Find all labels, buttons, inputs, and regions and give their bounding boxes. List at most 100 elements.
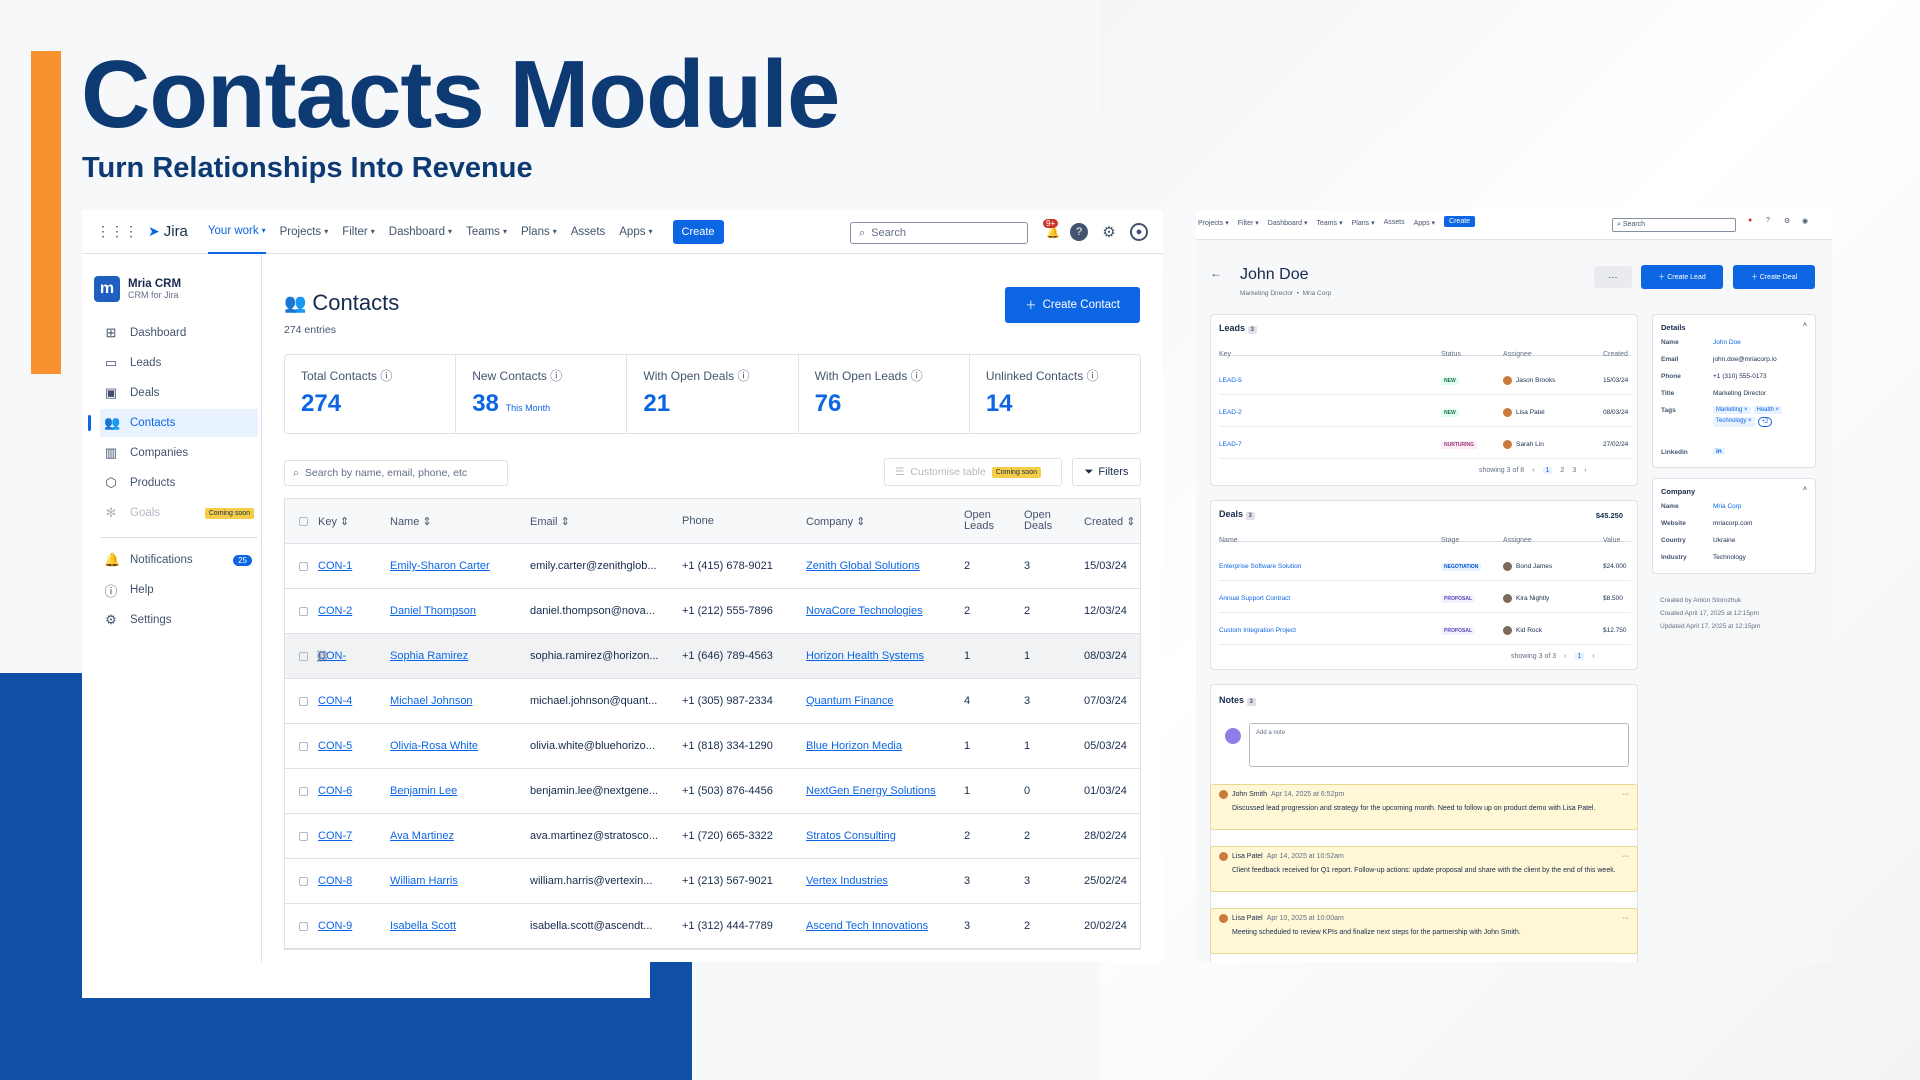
table-row[interactable]: CON-8 William Harris william.harris@vertex… <box>285 859 1140 904</box>
lead-key[interactable]: LEAD-5 <box>1219 377 1242 384</box>
sidebar-item-settings[interactable]: ⚙ Settings <box>100 606 258 634</box>
col-name[interactable]: Name ⇕ <box>382 515 522 528</box>
contact-name[interactable]: Emily-Sharon Carter <box>382 560 522 572</box>
lead-row[interactable]: LEAD-7 NURTURING Sarah Lin 27/02/24 <box>1219 433 1631 459</box>
contact-company[interactable]: NovaCore Technologies <box>798 605 956 617</box>
field-value[interactable]: Mria Corp <box>1713 503 1742 510</box>
table-row[interactable]: CON-9 Isabella Scott isabella.scott@ascend… <box>285 904 1140 949</box>
lead-row[interactable]: LEAD-2 NEW Lisa Patel 08/03/24 <box>1219 401 1631 427</box>
note-menu-icon[interactable]: ··· <box>1622 853 1629 860</box>
sidebar-item-companies[interactable]: ▥ Companies <box>100 439 258 467</box>
nav-teams[interactable]: Teams ▾ <box>466 210 507 254</box>
lead-key[interactable]: LEAD-2 <box>1219 409 1242 416</box>
nav-your-work[interactable]: Your work ▾ <box>207 210 266 254</box>
table-row[interactable]: CON-7 Ava Martinez ava.martinez@stratosco.… <box>285 814 1140 859</box>
nav-filter[interactable]: Filter ▾ <box>1238 219 1259 227</box>
row-checkbox[interactable] <box>299 876 308 886</box>
linkedin-icon[interactable]: in <box>1713 448 1725 455</box>
row-checkbox[interactable] <box>299 651 308 661</box>
nav-filter[interactable]: Filter ▾ <box>342 210 375 254</box>
col-open-leads[interactable]: Open Leads <box>956 510 1016 532</box>
jira-logo[interactable]: ➤ Jira <box>148 223 188 240</box>
note-menu-icon[interactable]: ··· <box>1622 791 1629 798</box>
avatar[interactable]: ● <box>1130 223 1148 241</box>
sidebar-item-dashboard[interactable]: ⊞ Dashboard <box>100 319 258 347</box>
col-company[interactable]: Company ⇕ <box>798 515 956 528</box>
tag[interactable]: Marketing × <box>1713 406 1751 414</box>
lead-row[interactable]: LEAD-5 NEW Jason Brooks 15/03/24 <box>1219 369 1631 395</box>
table-row[interactable]: CON-5 Olivia-Rosa White olivia.white@blueh… <box>285 724 1140 769</box>
contact-name[interactable]: Daniel Thompson <box>382 605 522 617</box>
row-checkbox[interactable] <box>299 921 308 931</box>
app-switcher-icon[interactable]: ⋮⋮⋮ <box>96 223 138 240</box>
sidebar-item-help[interactable]: ⓘ Help <box>100 576 258 604</box>
contact-company[interactable]: Stratos Consulting <box>798 830 956 842</box>
deal-row[interactable]: Custom Integration Project PROPOSAL Kid … <box>1219 619 1631 645</box>
table-row[interactable]: CON-6 Benjamin Lee benjamin.lee@nextgene..… <box>285 769 1140 814</box>
deal-name[interactable]: Enterprise Software Solution <box>1219 563 1301 570</box>
row-checkbox[interactable] <box>299 606 308 616</box>
create-lead-button[interactable]: ＋ Create Lead <box>1641 265 1723 289</box>
table-row[interactable]: CON-4 Michael Johnson michael.johnson@quan… <box>285 679 1140 724</box>
create-contact-button[interactable]: ＋ Create Contact <box>1005 287 1140 323</box>
table-row[interactable]: CON- ⛓ Sophia Ramirez sophia.ramirez@horizo… <box>285 634 1140 679</box>
nav-plans[interactable]: Plans ▾ <box>521 210 557 254</box>
sidebar-item-deals[interactable]: ▣ Deals <box>100 379 258 407</box>
back-arrow-icon[interactable]: ← <box>1210 266 1222 280</box>
nav-teams[interactable]: Teams ▾ <box>1317 219 1343 227</box>
contact-key[interactable]: CON-5 <box>310 740 382 752</box>
col-key[interactable]: Key ⇕ <box>310 515 382 528</box>
deal-row[interactable]: Enterprise Software Solution NEGOTIATION… <box>1219 555 1631 581</box>
contact-name[interactable]: Ava Martinez <box>382 830 522 842</box>
sidebar-item-products[interactable]: ⬡ Products <box>100 469 258 497</box>
help-icon[interactable]: ? <box>1070 223 1088 241</box>
contact-key[interactable]: CON-6 <box>310 785 382 797</box>
contact-company[interactable]: Zenith Global Solutions <box>798 560 956 572</box>
contact-key[interactable]: CON-2 <box>310 605 382 617</box>
create-button[interactable]: Create <box>1444 216 1476 227</box>
sidebar-item-notifications[interactable]: 🔔 Notifications 25 <box>100 546 258 574</box>
detail-search-input[interactable]: ⌕ Search <box>1612 218 1736 232</box>
notifications-icon[interactable]: ● <box>1748 217 1752 224</box>
help-icon[interactable]: ? <box>1766 217 1770 224</box>
settings-icon[interactable]: ⚙ <box>1784 217 1790 225</box>
table-row[interactable]: CON-2 Daniel Thompson daniel.thompson@nova… <box>285 589 1140 634</box>
contact-key[interactable]: CON-4 <box>310 695 382 707</box>
chevron-up-icon[interactable]: ˄ <box>1803 322 1807 329</box>
nav-apps[interactable]: Apps ▾ <box>1414 219 1435 227</box>
nav-assets[interactable]: Assets <box>571 210 606 254</box>
contact-company[interactable]: Horizon Health Systems <box>798 650 956 662</box>
link-icon[interactable]: ⛓ <box>315 650 329 663</box>
contact-company[interactable]: Ascend Tech Innovations <box>798 920 956 932</box>
contact-name[interactable]: Olivia-Rosa White <box>382 740 522 752</box>
contact-name[interactable]: Michael Johnson <box>382 695 522 707</box>
nav-assets[interactable]: Assets <box>1384 219 1405 227</box>
contact-company[interactable]: Quantum Finance <box>798 695 956 707</box>
contact-key[interactable]: CON-9 <box>310 920 382 932</box>
more-button[interactable]: ··· <box>1594 266 1632 288</box>
row-checkbox[interactable] <box>299 741 308 751</box>
note-menu-icon[interactable]: ··· <box>1622 915 1629 922</box>
contact-company[interactable]: Blue Horizon Media <box>798 740 956 752</box>
tag[interactable]: Health × <box>1753 406 1783 414</box>
table-row[interactable]: CON-1 Emily-Sharon Carter emily.carter@zen… <box>285 544 1140 589</box>
col-email[interactable]: Email ⇕ <box>522 515 674 528</box>
filters-button[interactable]: ⏷ Filters <box>1072 458 1141 486</box>
table-search-input[interactable]: ⌕ Search by name, email, phone, etc <box>284 460 508 486</box>
contact-key[interactable]: CON-7 <box>310 830 382 842</box>
deal-name[interactable]: Annual Support Contract <box>1219 595 1290 602</box>
col-created[interactable]: Created ⇕ <box>1076 515 1136 528</box>
search-input[interactable]: ⌕ Search <box>850 222 1028 244</box>
add-note-input[interactable]: Add a note <box>1249 723 1629 767</box>
contact-key[interactable]: CON-8 <box>310 875 382 887</box>
create-deal-button[interactable]: ＋ Create Deal <box>1733 265 1815 289</box>
row-checkbox[interactable] <box>299 786 308 796</box>
nav-dashboard[interactable]: Dashboard ▾ <box>389 210 452 254</box>
avatar[interactable]: ◉ <box>1802 217 1808 225</box>
contact-key[interactable]: CON-1 <box>310 560 382 572</box>
nav-projects[interactable]: Projects ▾ <box>280 210 329 254</box>
sidebar-item-leads[interactable]: ▭ Leads <box>100 349 258 377</box>
row-checkbox[interactable] <box>299 831 308 841</box>
contact-name[interactable]: Benjamin Lee <box>382 785 522 797</box>
row-checkbox[interactable] <box>299 561 308 571</box>
